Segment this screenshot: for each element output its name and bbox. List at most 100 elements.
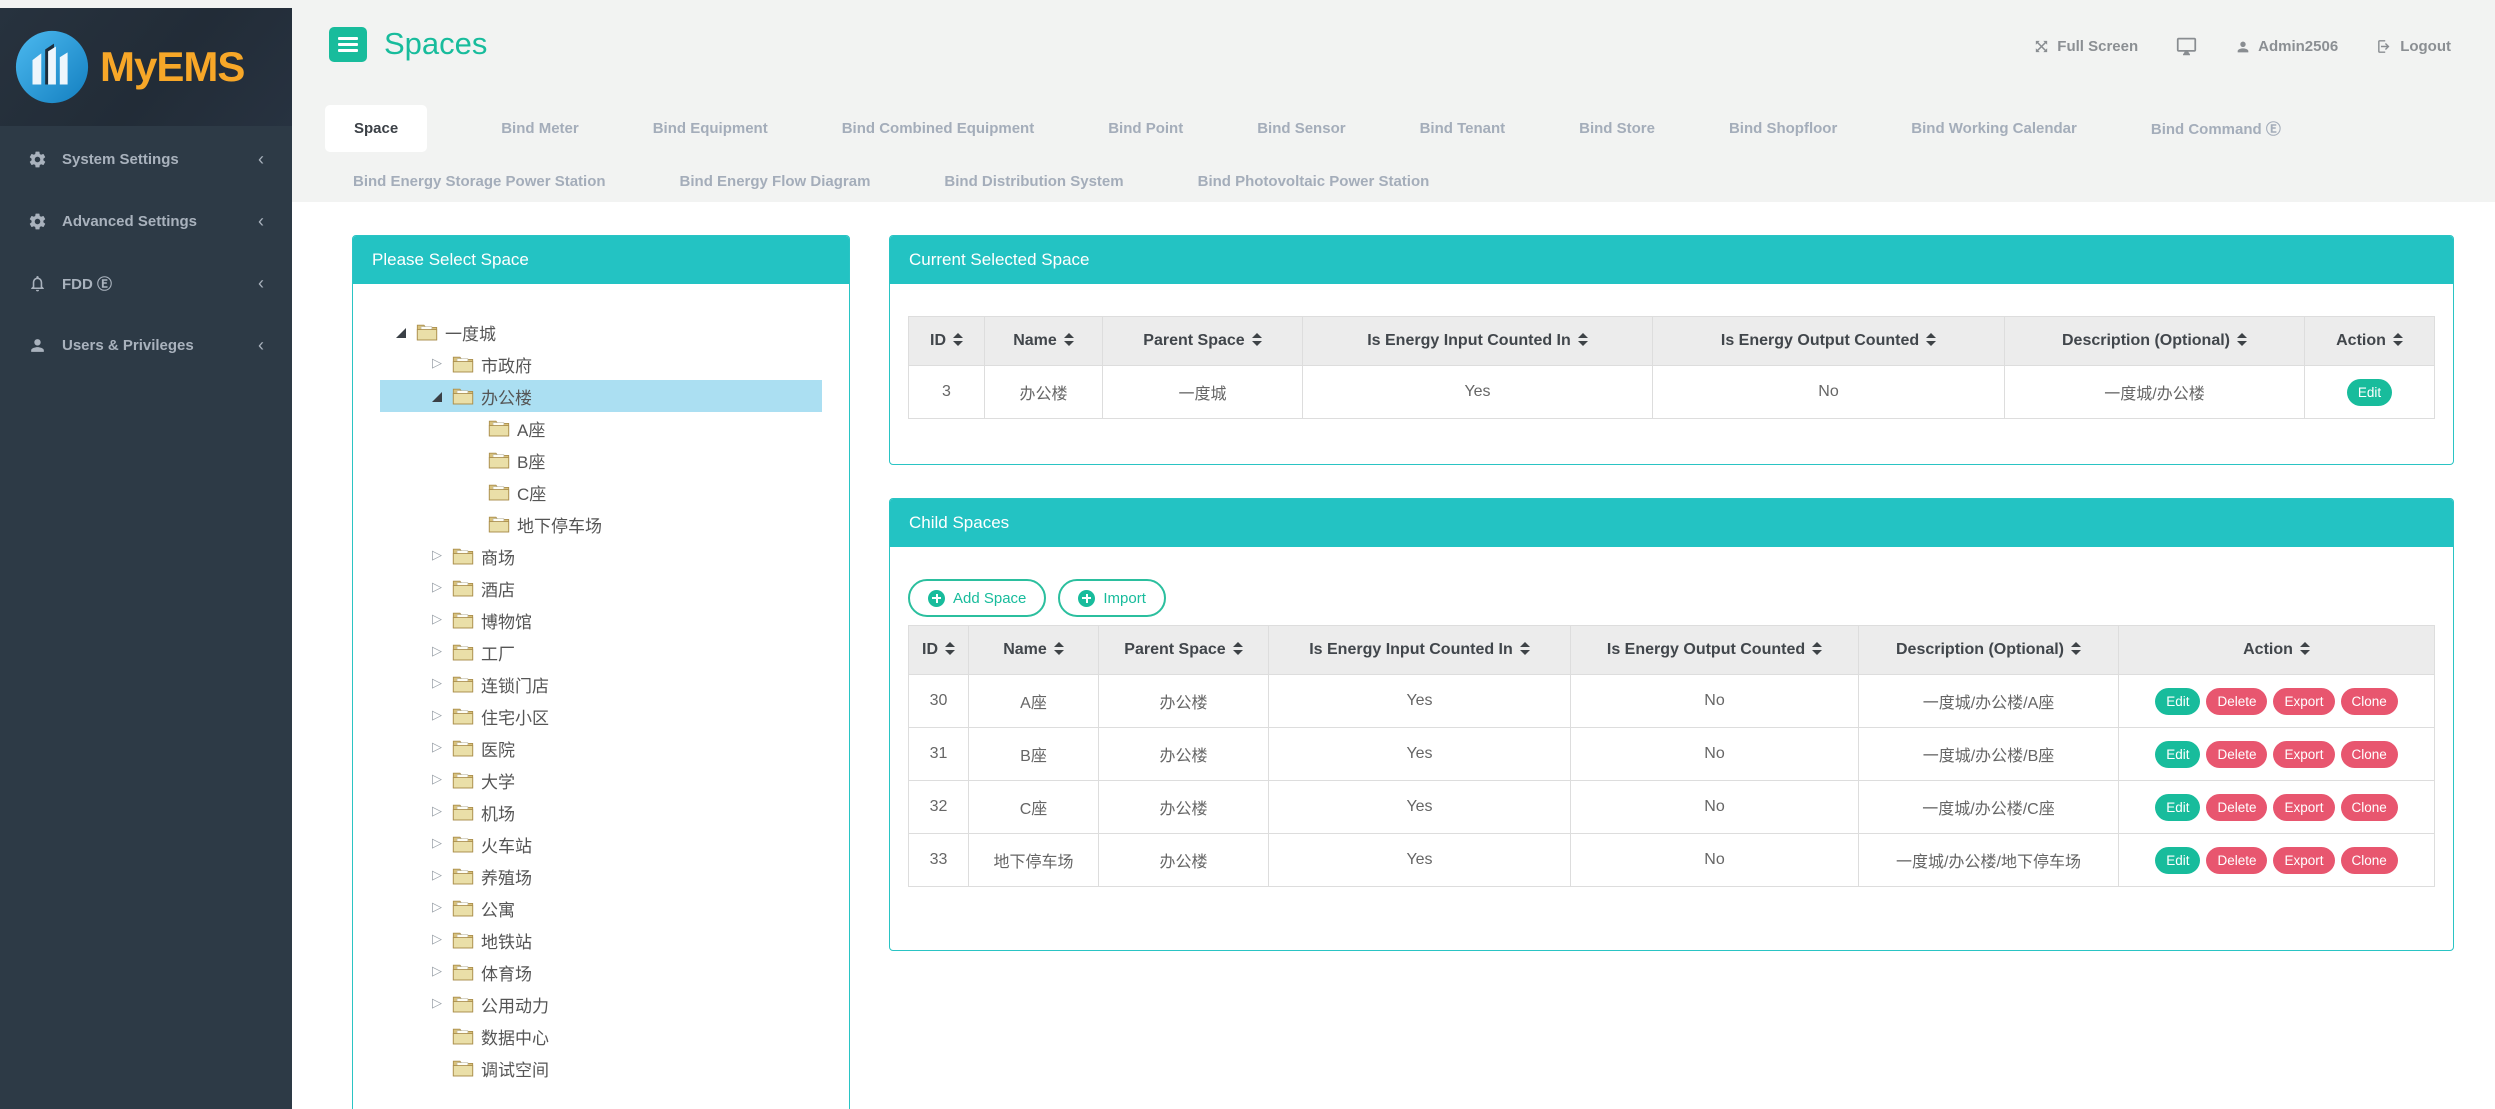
tab-bind-command[interactable]: Bind Command Ⓔ: [2151, 118, 2281, 139]
user-menu[interactable]: Admin2506: [2235, 38, 2338, 55]
tree-node-c座[interactable]: C座: [380, 476, 822, 508]
closed-expander-icon[interactable]: [430, 740, 447, 757]
col-is-energy-output-counted[interactable]: Is Energy Output Counted: [1571, 626, 1859, 675]
tree-node-大学[interactable]: 大学: [380, 764, 822, 796]
sidebar-item-fdd[interactable]: FDD Ⓔ‹: [0, 252, 292, 314]
tab-bind-energy-flow-diagram[interactable]: Bind Energy Flow Diagram: [680, 173, 871, 190]
sidebar-item-users-privileges[interactable]: Users & Privileges‹: [0, 314, 292, 376]
export-button[interactable]: Export: [2273, 794, 2334, 821]
closed-expander-icon[interactable]: [430, 772, 447, 789]
tree-node-b座[interactable]: B座: [380, 444, 822, 476]
edit-button[interactable]: Edit: [2155, 794, 2200, 821]
col-action[interactable]: Action: [2305, 317, 2435, 366]
tree-node-博物馆[interactable]: 博物馆: [380, 604, 822, 636]
clone-button[interactable]: Clone: [2341, 688, 2398, 715]
tab-space[interactable]: Space: [325, 105, 427, 152]
tree-node-地下停车场[interactable]: 地下停车场: [380, 508, 822, 540]
col-parent-space[interactable]: Parent Space: [1099, 626, 1269, 675]
closed-expander-icon[interactable]: [430, 996, 447, 1013]
col-id[interactable]: ID: [909, 626, 969, 675]
closed-expander-icon[interactable]: [430, 676, 447, 693]
tree-node-医院[interactable]: 医院: [380, 732, 822, 764]
delete-button[interactable]: Delete: [2206, 847, 2267, 874]
closed-expander-icon[interactable]: [430, 708, 447, 725]
sidebar-item-system-settings[interactable]: System Settings‹: [0, 128, 292, 190]
closed-expander-icon[interactable]: [430, 868, 447, 885]
tree-node-连锁门店[interactable]: 连锁门店: [380, 668, 822, 700]
tree-node-一度城[interactable]: 一度城: [380, 316, 822, 348]
tree-node-公寓[interactable]: 公寓: [380, 892, 822, 924]
col-is-energy-input-counted-in[interactable]: Is Energy Input Counted In: [1303, 317, 1653, 366]
tab-bind-point[interactable]: Bind Point: [1108, 120, 1183, 137]
export-button[interactable]: Export: [2273, 688, 2334, 715]
closed-expander-icon[interactable]: [430, 964, 447, 981]
closed-expander-icon[interactable]: [430, 644, 447, 661]
delete-button[interactable]: Delete: [2206, 794, 2267, 821]
add-space-button[interactable]: Add Space: [908, 579, 1046, 617]
clone-button[interactable]: Clone: [2341, 794, 2398, 821]
tree-node-机场[interactable]: 机场: [380, 796, 822, 828]
col-name[interactable]: Name: [985, 317, 1103, 366]
closed-expander-icon[interactable]: [430, 900, 447, 917]
tree-node-调试空间[interactable]: 调试空间: [380, 1052, 822, 1084]
edit-button[interactable]: Edit: [2155, 688, 2200, 715]
col-name[interactable]: Name: [969, 626, 1099, 675]
tab-bind-distribution-system[interactable]: Bind Distribution System: [944, 173, 1123, 190]
export-button[interactable]: Export: [2273, 741, 2334, 768]
sidebar-toggle-button[interactable]: [329, 27, 367, 62]
closed-expander-icon[interactable]: [430, 356, 447, 373]
tab-bind-photovoltaic-power-station[interactable]: Bind Photovoltaic Power Station: [1198, 173, 1430, 190]
delete-button[interactable]: Delete: [2206, 741, 2267, 768]
tab-bind-store[interactable]: Bind Store: [1579, 120, 1655, 137]
closed-expander-icon[interactable]: [430, 932, 447, 949]
closed-expander-icon[interactable]: [430, 548, 447, 565]
tab-bind-equipment[interactable]: Bind Equipment: [653, 120, 768, 137]
closed-expander-icon[interactable]: [430, 804, 447, 821]
closed-expander-icon[interactable]: [430, 580, 447, 597]
tree-node-市政府[interactable]: 市政府: [380, 348, 822, 380]
col-is-energy-input-counted-in[interactable]: Is Energy Input Counted In: [1269, 626, 1571, 675]
tab-bind-energy-storage-power-station[interactable]: Bind Energy Storage Power Station: [353, 173, 606, 190]
tab-bind-sensor[interactable]: Bind Sensor: [1257, 120, 1345, 137]
tree-node-住宅小区[interactable]: 住宅小区: [380, 700, 822, 732]
col-parent-space[interactable]: Parent Space: [1103, 317, 1303, 366]
clone-button[interactable]: Clone: [2341, 741, 2398, 768]
clone-button[interactable]: Clone: [2341, 847, 2398, 874]
delete-button[interactable]: Delete: [2206, 688, 2267, 715]
tree-node-公用动力[interactable]: 公用动力: [380, 988, 822, 1020]
col-id[interactable]: ID: [909, 317, 985, 366]
brand-logo-area[interactable]: MyEMS: [0, 8, 292, 126]
col-description-optional[interactable]: Description (Optional): [2005, 317, 2305, 366]
import-button[interactable]: Import: [1058, 579, 1166, 617]
sidebar-item-advanced-settings[interactable]: Advanced Settings‹: [0, 190, 292, 252]
tree-node-办公楼[interactable]: 办公楼: [380, 380, 822, 412]
fullscreen-button[interactable]: Full Screen: [2033, 38, 2138, 55]
col-description-optional[interactable]: Description (Optional): [1859, 626, 2119, 675]
tree-node-a座[interactable]: A座: [380, 412, 822, 444]
open-expander-icon[interactable]: [430, 388, 447, 405]
tree-node-数据中心[interactable]: 数据中心: [380, 1020, 822, 1052]
col-action[interactable]: Action: [2119, 626, 2435, 675]
tree-node-体育场[interactable]: 体育场: [380, 956, 822, 988]
tab-bind-shopfloor[interactable]: Bind Shopfloor: [1729, 120, 1837, 137]
open-expander-icon[interactable]: [394, 324, 411, 341]
tree-node-工厂[interactable]: 工厂: [380, 636, 822, 668]
tab-bind-meter[interactable]: Bind Meter: [501, 120, 579, 137]
col-is-energy-output-counted[interactable]: Is Energy Output Counted: [1653, 317, 2005, 366]
edit-button[interactable]: Edit: [2155, 741, 2200, 768]
closed-expander-icon[interactable]: [430, 836, 447, 853]
tab-bind-combined-equipment[interactable]: Bind Combined Equipment: [842, 120, 1035, 137]
tree-node-地铁站[interactable]: 地铁站: [380, 924, 822, 956]
edit-button[interactable]: Edit: [2155, 847, 2200, 874]
logout-button[interactable]: Logout: [2376, 38, 2451, 55]
display-mode-button[interactable]: [2176, 36, 2197, 57]
tree-node-商场[interactable]: 商场: [380, 540, 822, 572]
tab-bind-tenant[interactable]: Bind Tenant: [1420, 120, 1506, 137]
tree-node-养殖场[interactable]: 养殖场: [380, 860, 822, 892]
tree-node-酒店[interactable]: 酒店: [380, 572, 822, 604]
tab-bind-working-calendar[interactable]: Bind Working Calendar: [1911, 120, 2077, 137]
tree-node-火车站[interactable]: 火车站: [380, 828, 822, 860]
closed-expander-icon[interactable]: [430, 612, 447, 629]
edit-button[interactable]: Edit: [2347, 379, 2392, 406]
export-button[interactable]: Export: [2273, 847, 2334, 874]
